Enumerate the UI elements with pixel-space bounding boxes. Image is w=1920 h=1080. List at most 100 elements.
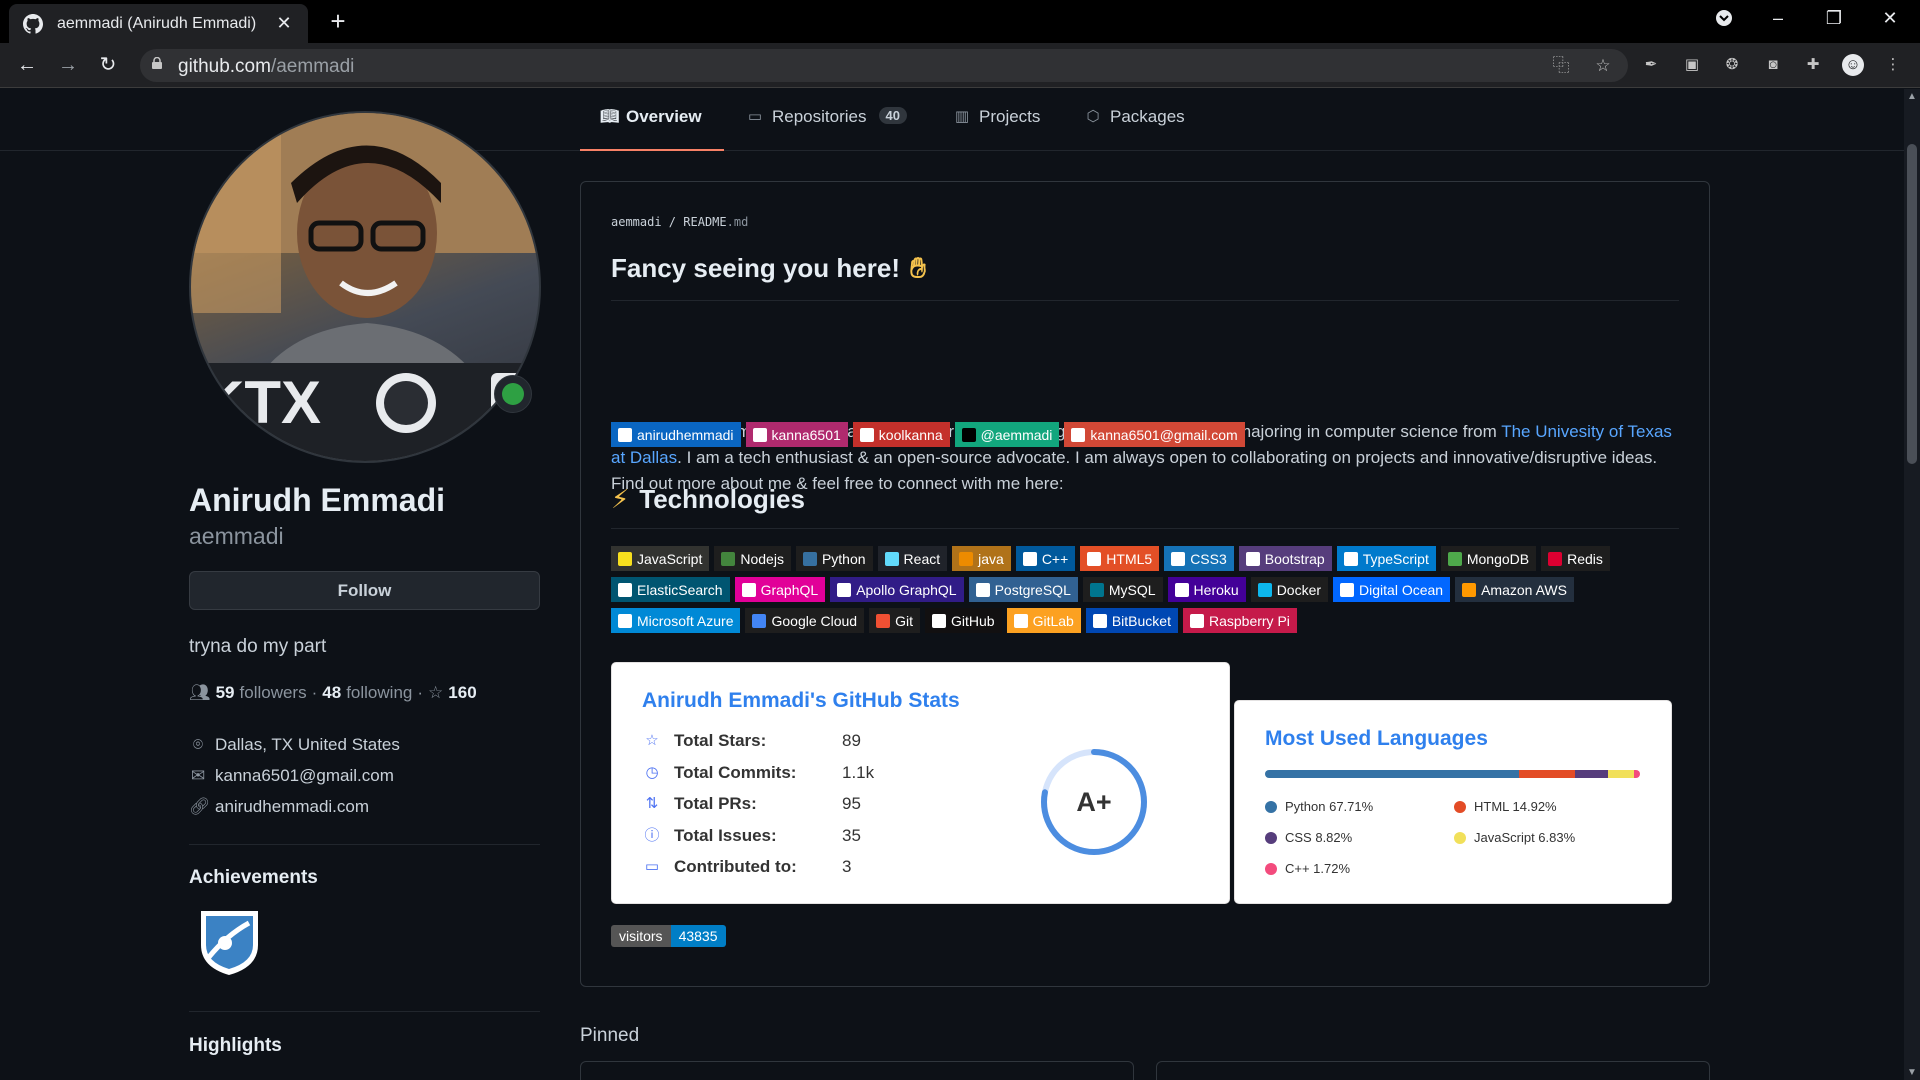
- url-host: github.com: [178, 56, 271, 77]
- address-bar[interactable]: github.com/aemmadi ⿻ ☆: [140, 49, 1628, 82]
- social-badge-aemmadi[interactable]: @aemmadi: [954, 422, 1060, 447]
- page-scrollbar[interactable]: ▲ ▼: [1904, 89, 1920, 1080]
- social-badge-label: kanna6501: [771, 426, 841, 443]
- git-icon: [876, 613, 891, 628]
- tech-badge-apollo-graphql: Apollo GraphQL: [830, 577, 964, 602]
- tab-overview-label: Overview: [626, 107, 702, 126]
- forward-icon[interactable]: →: [54, 51, 82, 79]
- following-label[interactable]: following: [346, 683, 412, 703]
- tech-badge-javascript: JavaScript: [611, 546, 710, 571]
- lang-dot-icon: [1265, 800, 1277, 813]
- stat-value: 95: [842, 794, 861, 813]
- visitors-badge: visitors 43835: [611, 925, 726, 947]
- stat-label: Total Issues:: [674, 825, 777, 845]
- github-profile-page: 📖︎ Overview ▭ Repositories 40 ▥ Projects…: [0, 89, 1920, 1080]
- heading-rule: [611, 300, 1679, 301]
- pen-extension-icon[interactable]: ✒: [1640, 54, 1662, 76]
- menu-kebab-icon[interactable]: ⋮: [1882, 54, 1904, 76]
- tab-projects[interactable]: ▥ Projects: [953, 107, 1041, 151]
- profile-avatar-icon[interactable]: ☺: [1842, 54, 1864, 76]
- scroll-down-icon[interactable]: ▼: [1907, 1067, 1917, 1078]
- tab-search-icon[interactable]: [1712, 8, 1736, 33]
- extension-mask-icon[interactable]: ◙: [1762, 54, 1784, 76]
- tech-badge-label: JavaScript: [637, 550, 703, 567]
- minimize-icon[interactable]: –: [1766, 8, 1790, 29]
- follow-button[interactable]: Follow: [189, 571, 540, 610]
- google-cloud-icon: [752, 613, 767, 628]
- stars-count[interactable]: 160: [448, 683, 476, 703]
- tech-badge-typescript: TypeScript: [1336, 546, 1436, 571]
- reload-icon[interactable]: ↻: [94, 51, 122, 79]
- browser-tab[interactable]: aemmadi (Anirudh Emmadi) ✕: [9, 4, 308, 43]
- extension-glasses-icon[interactable]: ❂: [1721, 54, 1743, 76]
- tech-badge-python: Python: [795, 546, 873, 571]
- achievement-badge-icon[interactable]: [197, 905, 262, 977]
- stat-row: ▭ Contributed to: 3: [642, 857, 852, 877]
- tab-packages[interactable]: ⬡ Packages: [1084, 107, 1184, 151]
- tab-overview[interactable]: 📖︎ Overview: [580, 107, 724, 151]
- sidebar-divider: [189, 1011, 540, 1012]
- scroll-up-icon[interactable]: ▲: [1907, 91, 1917, 102]
- tech-badge-label: Heroku: [1193, 581, 1239, 598]
- social-badge-kanna6501[interactable]: kanna6501: [745, 422, 848, 447]
- tech-badge-label: Raspberry Pi: [1208, 612, 1290, 629]
- tech-badge-label: MongoDB: [1466, 550, 1530, 567]
- extension-l-icon[interactable]: ▣: [1681, 54, 1703, 76]
- status-emoji-badge[interactable]: [494, 375, 532, 413]
- social-badge-label: kanna6501@gmail.com: [1090, 426, 1238, 443]
- close-window-icon[interactable]: ✕: [1878, 8, 1902, 29]
- location-text: Dallas, TX United States: [215, 735, 400, 754]
- tab-projects-label: Projects: [979, 107, 1041, 126]
- bookmark-star-icon[interactable]: ☆: [1592, 55, 1614, 77]
- profile-username: aemmadi: [189, 523, 284, 549]
- new-tab-icon[interactable]: +: [326, 8, 350, 34]
- followers-label[interactable]: followers: [240, 683, 307, 703]
- raspberry-pi-icon: [1189, 613, 1204, 628]
- back-icon[interactable]: ←: [13, 51, 41, 79]
- lightning-icon: ⚡︎: [611, 484, 630, 514]
- tech-badge-label: Python: [821, 550, 866, 567]
- tech-badge-elasticsearch: ElasticSearch: [611, 577, 730, 602]
- social-badge-anirudhemmadi[interactable]: anirudhemmadi: [611, 422, 741, 447]
- pinned-repo-card[interactable]: [580, 1061, 1134, 1080]
- history-icon: ◷: [645, 763, 659, 781]
- github-stats-card[interactable]: Anirudh Emmadi's GitHub Stats ☆ Total Sta…: [611, 662, 1230, 904]
- tech-badge-label: Apollo GraphQL: [856, 581, 957, 598]
- restore-icon[interactable]: ❐: [1822, 8, 1846, 29]
- tech-badge-git: Git: [869, 608, 920, 633]
- tech-badge-label: GitLab: [1032, 612, 1074, 629]
- heading-rule: [611, 528, 1679, 529]
- nodejs-icon: [721, 551, 736, 566]
- digital-ocean-icon: [1340, 582, 1355, 597]
- tech-badge-label: Redis: [1567, 550, 1603, 567]
- typescript-icon: [1343, 551, 1358, 566]
- lang-dot-icon: [1265, 862, 1277, 875]
- postgresql-icon: [975, 582, 990, 597]
- tech-badge-gitlab: GitLab: [1006, 608, 1081, 633]
- package-icon: ⬡: [1086, 108, 1100, 125]
- languages-card[interactable]: Most Used Languages Python 67.71% HTML 14…: [1234, 700, 1672, 904]
- extensions-puzzle-icon[interactable]: ✚: [1802, 54, 1824, 76]
- social-badge-koolkanna[interactable]: koolkanna: [852, 422, 950, 447]
- scroll-thumb[interactable]: [1907, 144, 1917, 464]
- stat-row: ◷ Total Commits: 1.1k: [642, 763, 874, 783]
- react-icon: [884, 551, 899, 566]
- tech-badge-graphql: GraphQL: [734, 577, 826, 602]
- avatar[interactable]: KTX: [189, 111, 541, 463]
- following-count[interactable]: 48: [322, 683, 341, 703]
- stat-value: 3: [842, 857, 852, 876]
- tab-close-icon[interactable]: ✕: [274, 13, 294, 34]
- pinned-repo-card[interactable]: [1156, 1061, 1710, 1080]
- followers-count[interactable]: 59: [216, 683, 235, 703]
- email-link[interactable]: kanna6501@gmail.com: [215, 766, 394, 786]
- social-badge-kanna6501-gmail-com[interactable]: kanna6501@gmail.com: [1064, 422, 1245, 447]
- waving-hand-icon: ✋︎: [909, 252, 926, 283]
- translate-icon[interactable]: ⿻: [1550, 55, 1572, 77]
- star-icon: ☆: [428, 683, 444, 702]
- tab-repositories[interactable]: ▭ Repositories 40: [746, 107, 907, 151]
- readme-path-user[interactable]: aemmadi: [611, 215, 662, 229]
- website-link[interactable]: anirudhemmadi.com: [215, 797, 369, 817]
- social-badge-icon: [859, 427, 874, 442]
- profile-fullname: Anirudh Emmadi: [189, 482, 446, 518]
- profile-readme: aemmadi / README.md Fancy seeing you her…: [580, 181, 1710, 987]
